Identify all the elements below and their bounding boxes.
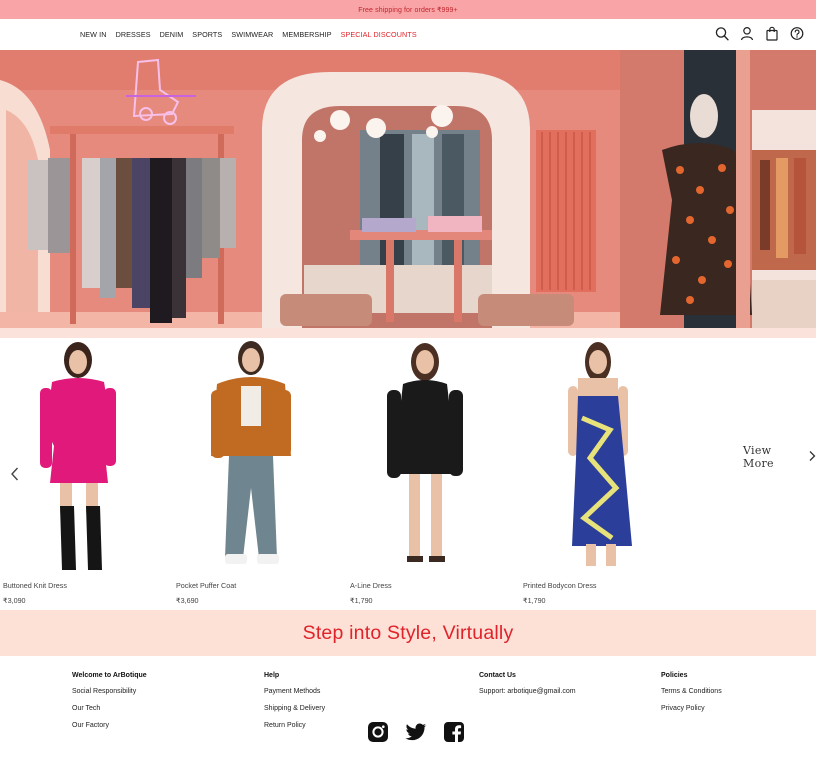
footer-heading: Contact Us — [479, 672, 516, 679]
product-card[interactable]: Printed Bodycon Dress ₹1,790 — [520, 338, 690, 610]
footer-link[interactable]: Social Responsibility — [72, 688, 147, 695]
facebook-icon[interactable] — [443, 721, 465, 743]
product-name[interactable]: Printed Bodycon Dress — [523, 581, 597, 590]
search-icon[interactable] — [715, 26, 729, 41]
product-image — [568, 342, 632, 566]
product-price: ₹3,690 — [176, 596, 199, 605]
footer-link[interactable]: Terms & Conditions — [661, 688, 722, 695]
footer-link[interactable]: Our Factory — [72, 722, 147, 729]
footer-heading: Policies — [661, 672, 688, 679]
product-card[interactable]: Buttoned Knit Dress ₹3,090 — [0, 338, 170, 610]
help-icon[interactable] — [790, 26, 804, 41]
product-price: ₹1,790 — [523, 596, 546, 605]
nav-link-swimwear[interactable]: SWIMWEAR — [231, 30, 273, 39]
footer: Welcome to ArBotique Social Responsibili… — [0, 656, 816, 757]
product-price: ₹3,090 — [3, 596, 26, 605]
footer-link[interactable]: Privacy Policy — [661, 705, 722, 712]
hero-banner[interactable] — [0, 50, 816, 328]
view-more-label: View More — [743, 444, 774, 470]
tagline-banner: Step into Style, Virtually — [0, 610, 816, 656]
nav-icons — [715, 26, 804, 41]
twitter-icon[interactable] — [405, 721, 427, 743]
shopping-bag-icon[interactable] — [765, 26, 779, 41]
social-links — [367, 721, 465, 743]
footer-column-contact: Contact Us Support: arbotique@gmail.com — [479, 672, 576, 705]
footer-link[interactable]: Shipping & Delivery — [264, 705, 325, 712]
product-price: ₹1,790 — [350, 596, 373, 605]
nav-links: NEW IN DRESSES DENIM SPORTS SWIMWEAR MEM… — [80, 19, 426, 50]
product-carousel: Buttoned Knit Dress ₹3,090 Pocket Puffer… — [0, 338, 816, 610]
product-card[interactable]: Pocket Puffer Coat ₹3,690 — [173, 338, 343, 610]
footer-column-help: Help Payment Methods Shipping & Delivery… — [264, 672, 325, 739]
product-name[interactable]: A-Line Dress — [350, 581, 392, 590]
chevron-right-icon — [808, 450, 816, 465]
footer-link[interactable]: Return Policy — [264, 722, 325, 729]
hero-divider — [0, 328, 816, 338]
user-icon[interactable] — [740, 26, 754, 41]
store-interior-image — [0, 50, 816, 328]
nav-link-new-in[interactable]: NEW IN — [80, 30, 107, 39]
footer-link-support-email[interactable]: Support: arbotique@gmail.com — [479, 688, 576, 695]
view-more-link[interactable]: View More — [743, 444, 816, 470]
footer-link[interactable]: Payment Methods — [264, 688, 325, 695]
footer-heading: Help — [264, 672, 280, 679]
instagram-icon[interactable] — [367, 721, 389, 743]
product-image — [40, 342, 116, 570]
footer-heading: Welcome to ArBotique — [72, 672, 147, 679]
product-image — [211, 341, 291, 564]
nav-link-dresses[interactable]: DRESSES — [116, 30, 151, 39]
product-name[interactable]: Pocket Puffer Coat — [176, 581, 236, 590]
footer-column-welcome: Welcome to ArBotique Social Responsibili… — [72, 672, 147, 739]
product-image — [387, 343, 463, 562]
promo-text: Free shipping for orders ₹999+ — [358, 6, 458, 14]
footer-column-policies: Policies Terms & Conditions Privacy Poli… — [661, 672, 722, 722]
nav-link-sports[interactable]: SPORTS — [192, 30, 222, 39]
footer-link[interactable]: Our Tech — [72, 705, 147, 712]
nav-link-membership[interactable]: MEMBERSHIP — [282, 30, 331, 39]
product-name[interactable]: Buttoned Knit Dress — [3, 581, 67, 590]
promo-bar: Free shipping for orders ₹999+ — [0, 0, 816, 19]
product-card[interactable]: A-Line Dress ₹1,790 — [347, 338, 517, 610]
nav-link-denim[interactable]: DENIM — [160, 30, 184, 39]
top-navigation: NEW IN DRESSES DENIM SPORTS SWIMWEAR MEM… — [0, 19, 816, 50]
tagline-text: Step into Style, Virtually — [302, 621, 514, 644]
nav-link-special-discounts[interactable]: SPECIAL DISCOUNTS — [341, 30, 417, 39]
